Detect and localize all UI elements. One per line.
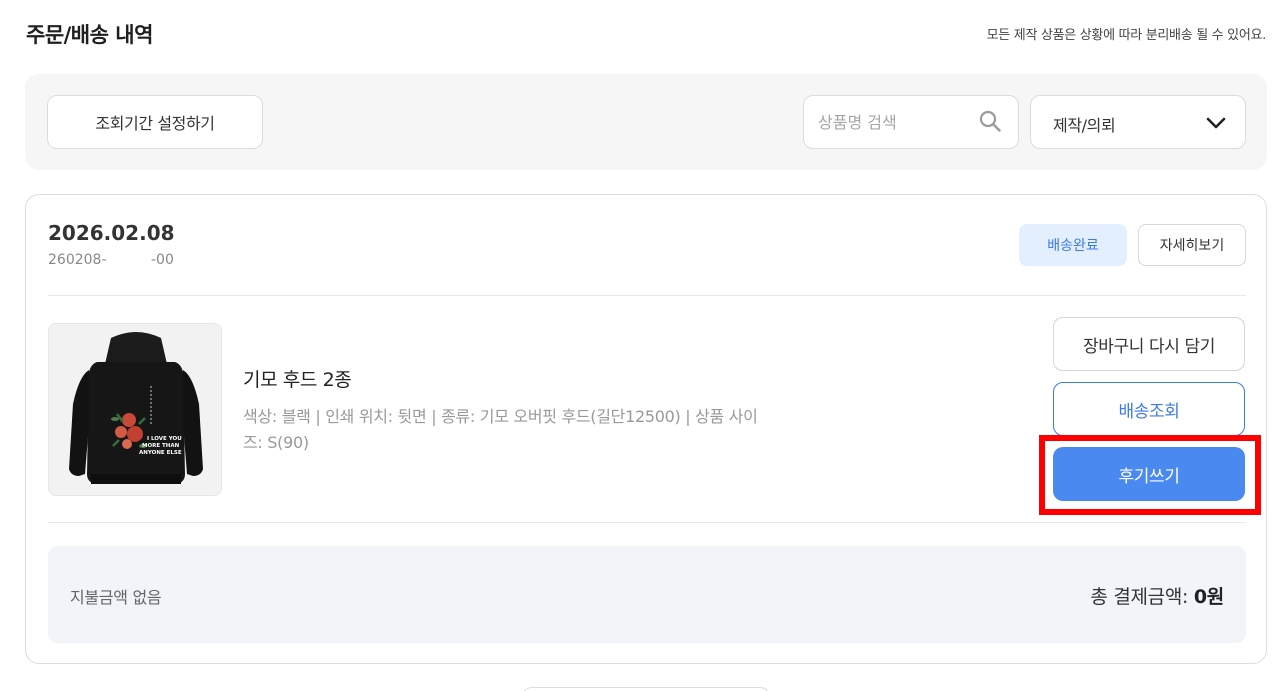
divider — [48, 295, 1246, 296]
product-image[interactable]: I LOVE YOU MORE THAN ANYONE ELSE — [48, 323, 222, 496]
period-setting-button[interactable]: 조회기간 설정하기 — [47, 95, 263, 149]
hoodie-image: I LOVE YOU MORE THAN ANYONE ELSE — [49, 324, 221, 495]
status-badge: 배송완료 — [1019, 224, 1127, 266]
order-date: 2026.02.08 — [48, 221, 175, 245]
shipping-notice: 모든 제작 상품은 상황에 따라 분리배송 될 수 있어요. — [986, 28, 1267, 43]
track-delivery-button[interactable]: 배송조회 — [1053, 382, 1245, 436]
print-text: I LOVE YOU — [147, 436, 182, 442]
load-more-button[interactable] — [522, 687, 770, 691]
category-select-value: 제작/의뢰 — [1053, 116, 1116, 135]
order-number: 260208- -00 — [48, 252, 174, 268]
chevron-down-icon — [1206, 117, 1226, 129]
filter-bar: 조회기간 설정하기 제작/의뢰 — [25, 74, 1267, 170]
payment-total-label: 총 결제금액: — [1090, 586, 1194, 608]
product-search-box — [803, 95, 1019, 149]
product-search-input[interactable] — [818, 96, 968, 148]
svg-text:ANYONE ELSE: ANYONE ELSE — [139, 450, 182, 456]
order-detail-button[interactable]: 자세히보기 — [1138, 224, 1246, 266]
category-select[interactable]: 제작/의뢰 — [1030, 95, 1246, 149]
payment-total: 총 결제금액: 0원 — [1090, 582, 1224, 609]
divider — [48, 522, 1246, 523]
page-title: 주문/배송 내역 — [26, 23, 153, 47]
product-name[interactable]: 기모 후드 2종 — [243, 365, 352, 392]
add-to-cart-again-button[interactable]: 장바구니 다시 담기 — [1053, 317, 1245, 371]
highlight-box — [1039, 435, 1261, 515]
product-options: 색상: 블랙 | 인쇄 위치: 뒷면 | 종류: 기모 오버핏 후드(길단125… — [243, 407, 758, 452]
payment-summary: 지불금액 없음 총 결제금액: 0원 — [48, 546, 1246, 643]
order-card: 2026.02.08 260208- -00 배송완료 자세히보기 I LOVE… — [25, 194, 1267, 664]
search-icon[interactable] — [978, 109, 1002, 133]
payment-note: 지불금액 없음 — [70, 588, 162, 607]
svg-text:MORE THAN: MORE THAN — [142, 443, 180, 449]
payment-total-value: 0원 — [1193, 586, 1224, 608]
